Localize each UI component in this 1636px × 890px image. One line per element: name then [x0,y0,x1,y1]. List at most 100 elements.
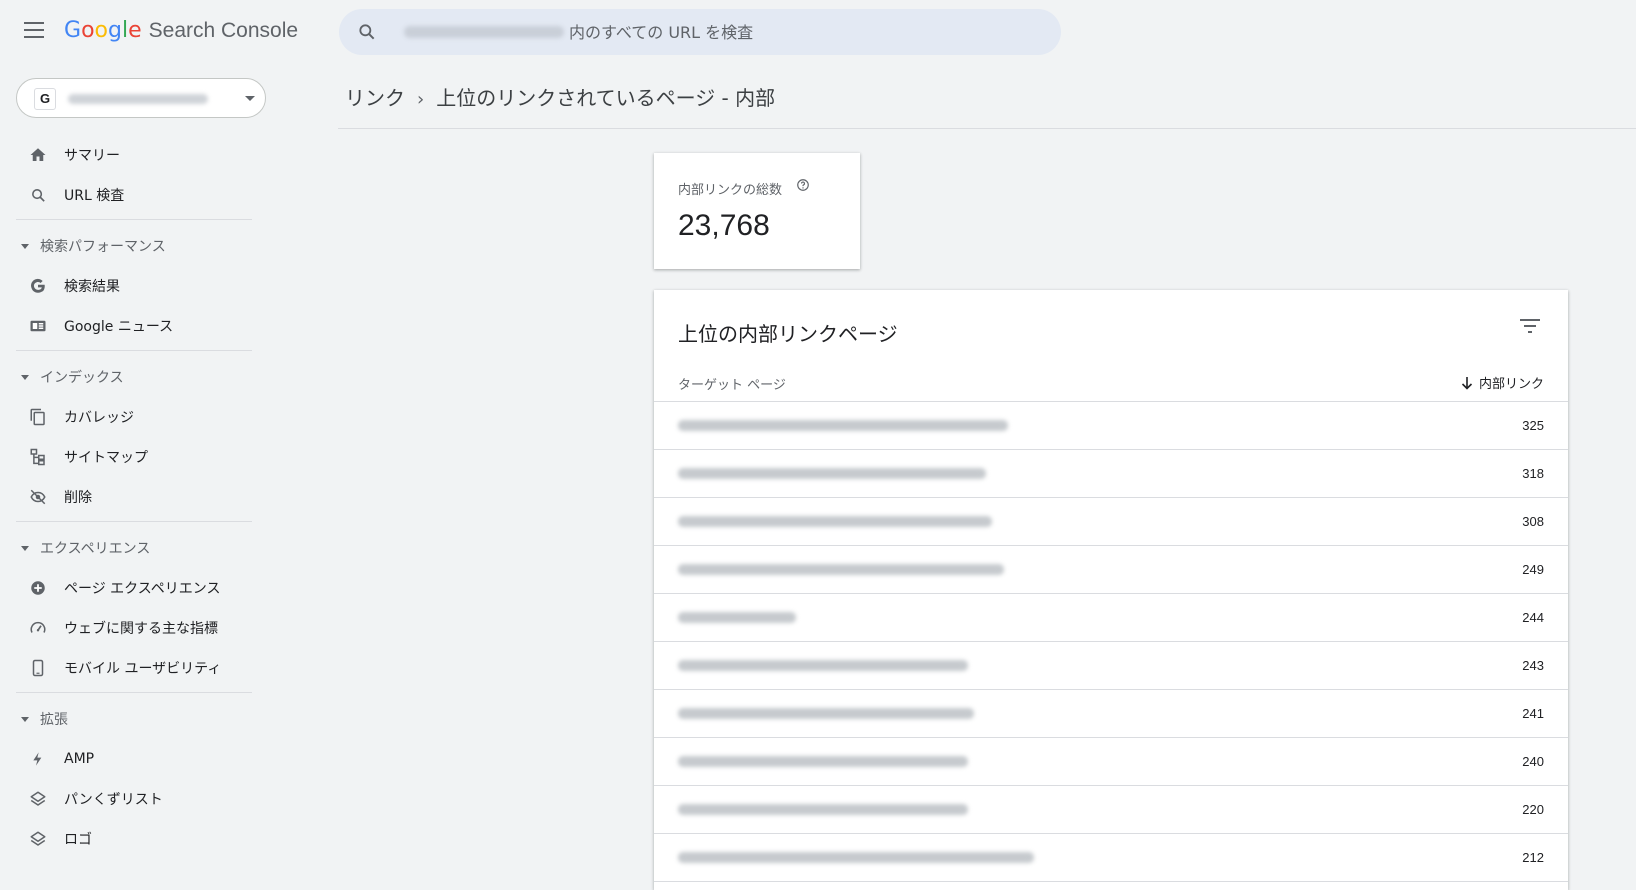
sidebar-item-label: ページ エクスペリエンス [64,581,221,597]
sidebar-item-label: 検索結果 [64,279,120,295]
section-title: 拡張 [40,712,68,728]
home-icon [28,145,48,165]
sidebar-item-google-news[interactable]: Google ニュース [0,306,260,346]
layers-icon [28,789,48,809]
table-header: ターゲット ページ 内部リンク [654,360,1568,402]
internal-link-count: 308 [1522,514,1544,529]
menu-icon[interactable] [24,22,44,40]
property-selector[interactable]: G [16,78,266,118]
breadcrumb: リンク › 上位のリンクされているページ - 内部 [345,82,775,111]
sidebar-item-label: パンくずリスト [64,792,163,808]
table-row[interactable]: 318 [654,450,1568,498]
table-row[interactable]: 308 [654,498,1568,546]
search-icon[interactable] [357,22,377,42]
sidebar-item-label: Google ニュース [64,319,174,335]
sitemap-icon [28,447,48,467]
lightning-icon [28,749,48,769]
section-title: エクスペリエンス [40,541,151,557]
sidebar-item-coverage[interactable]: カバレッジ [0,397,260,437]
table-row[interactable]: 244 [654,594,1568,642]
property-url-redacted [68,94,208,104]
mobile-icon [28,658,48,678]
internal-link-count: 212 [1522,850,1544,865]
property-badge: G [34,88,56,110]
table-row[interactable]: 249 [654,546,1568,594]
section-experience[interactable]: エクスペリエンス [0,528,260,568]
removal-eye-icon [28,487,48,507]
divider [16,692,252,693]
breadcrumb-separator: › [417,89,425,110]
sidebar-item-label: サイトマップ [64,450,148,466]
google-g-icon [28,276,48,296]
app-logo[interactable]: Google Search Console [64,18,298,43]
internal-link-count: 249 [1522,562,1544,577]
filter-icon[interactable] [1520,318,1540,334]
product-name: Search Console [148,19,299,42]
column-header-internal-links[interactable]: 内部リンク [1461,373,1544,392]
target-url-redacted [678,756,968,767]
sidebar-item-label: カバレッジ [64,410,134,426]
breadcrumb-link-links[interactable]: リンク [345,86,405,110]
sidebar-item-amp[interactable]: AMP [0,739,260,779]
table-row[interactable]: 212 [654,834,1568,882]
sidebar-item-breadcrumbs[interactable]: パンくずリスト [0,779,260,819]
table-row[interactable]: 325 [654,402,1568,450]
google-news-icon [28,316,48,336]
column-header-label: 内部リンク [1478,377,1544,392]
sort-descending-icon [1461,376,1473,390]
stat-label: 内部リンクの総数 [678,183,783,198]
internal-link-count: 240 [1522,754,1544,769]
target-url-redacted [678,708,974,719]
target-url-redacted [678,612,796,623]
target-url-redacted [678,468,986,479]
target-url-redacted [678,804,968,815]
table-body: 325 318 308 249 244 243 241 240 220 212 [654,402,1568,882]
section-search-performance[interactable]: 検索パフォーマンス [0,226,260,266]
dropdown-caret-icon [245,96,255,101]
sidebar-item-logo[interactable]: ロゴ [0,819,260,859]
target-url-redacted [678,516,992,527]
internal-link-count: 244 [1522,610,1544,625]
sidebar-item-label: 削除 [64,490,92,506]
speedometer-icon [28,618,48,638]
divider [338,128,1636,129]
sidebar-nav: サマリー URL 検査 検索パフォーマンス 検索結果 Google ニュース イ… [0,135,260,859]
table-row[interactable]: 243 [654,642,1568,690]
help-icon[interactable] [796,178,810,192]
target-url-redacted [678,660,968,671]
divider [16,350,252,351]
sidebar-item-mobile-usability[interactable]: モバイル ユーザビリティ [0,648,260,688]
section-index[interactable]: インデックス [0,357,260,397]
table-row[interactable]: 241 [654,690,1568,738]
layers-icon [28,829,48,849]
collapse-triangle-icon [21,243,29,249]
target-url-redacted [678,564,1004,575]
top-internal-links-table-card: 上位の内部リンクページ ターゲット ページ 内部リンク 325 318 308 … [654,290,1568,890]
sidebar-item-search-results[interactable]: 検索結果 [0,266,260,306]
search-icon [28,185,48,205]
sidebar-item-label: ウェブに関する主な指標 [64,621,218,637]
section-enhancements[interactable]: 拡張 [0,699,260,739]
sidebar-item-sitemaps[interactable]: サイトマップ [0,437,260,477]
stat-value: 23,768 [678,209,770,242]
url-inspection-search[interactable] [339,9,1061,55]
sidebar-item-label: AMP [64,751,95,767]
collapse-triangle-icon [21,374,29,380]
target-url-redacted [678,420,1008,431]
search-input[interactable] [569,9,1039,55]
coverage-icon [28,407,48,427]
sidebar-item-removals[interactable]: 削除 [0,477,260,517]
column-header-target-page[interactable]: ターゲット ページ [678,374,786,393]
page-title: 上位のリンクされているページ - 内部 [436,86,776,110]
sidebar-item-label: モバイル ユーザビリティ [64,661,222,677]
table-row[interactable]: 220 [654,786,1568,834]
sidebar-item-label: サマリー [64,148,120,164]
internal-link-count: 325 [1522,418,1544,433]
table-row[interactable]: 240 [654,738,1568,786]
sidebar-item-core-web-vitals[interactable]: ウェブに関する主な指標 [0,608,260,648]
sidebar-item-url-inspection[interactable]: URL 検査 [0,175,260,215]
collapse-triangle-icon [21,545,29,551]
page-experience-icon [28,578,48,598]
sidebar-item-page-experience[interactable]: ページ エクスペリエンス [0,568,260,608]
sidebar-item-summary[interactable]: サマリー [0,135,260,175]
